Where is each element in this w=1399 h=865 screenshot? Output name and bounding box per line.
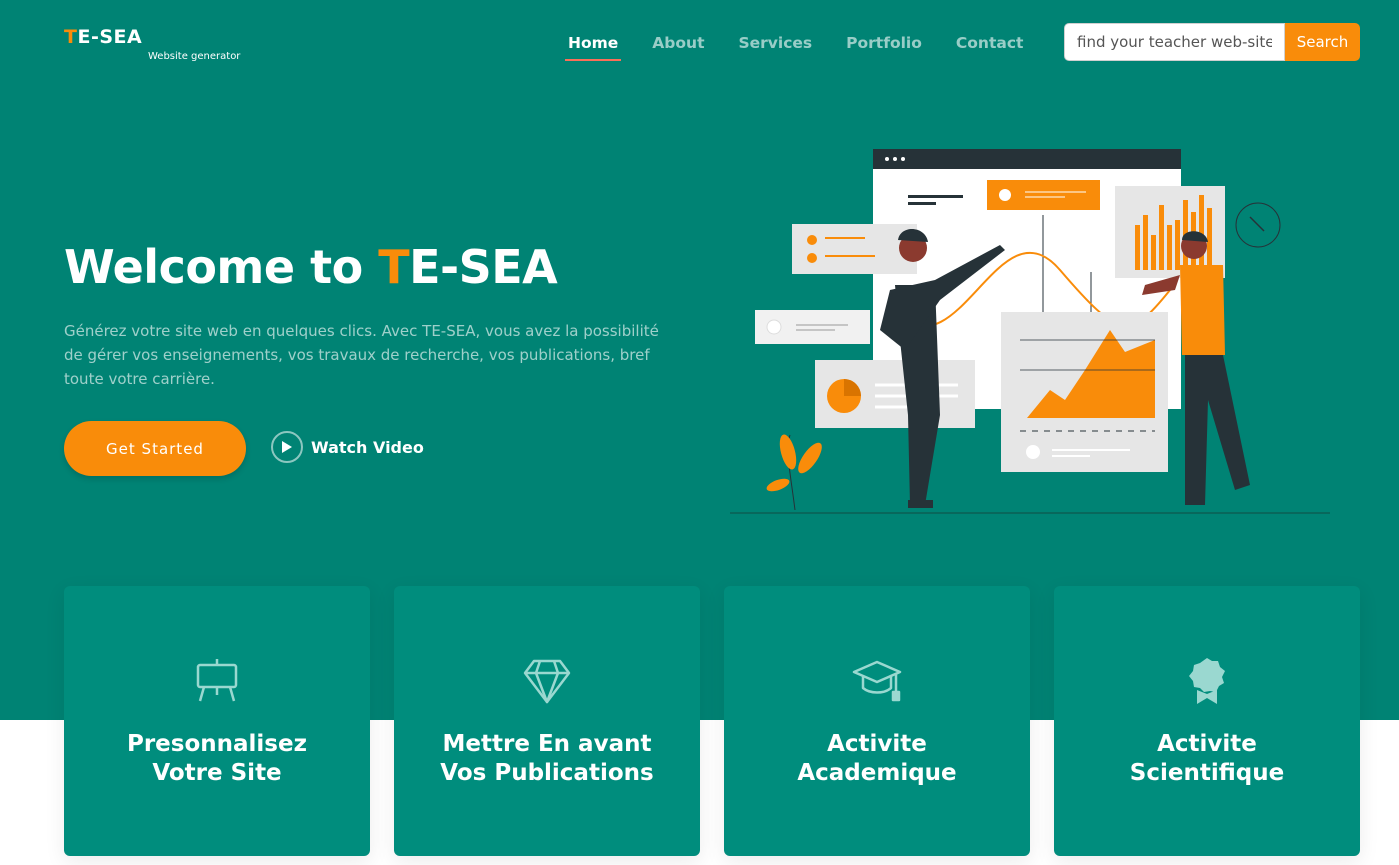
logo-subtitle: Website generator (148, 51, 241, 62)
feature-card-title: Presonnalisez Votre Site (126, 731, 307, 786)
feature-card-academic[interactable]: Activite Academique (724, 586, 1030, 856)
easel-icon (194, 656, 240, 706)
award-icon (1187, 656, 1227, 706)
feature-card-scientific[interactable]: Activite Scientifique (1054, 586, 1360, 856)
gem-icon (522, 656, 572, 706)
get-started-button[interactable]: Get Started (64, 421, 246, 476)
hero-description: Générez votre site web en quelques clics… (64, 322, 659, 388)
nav-contact[interactable]: Contact (956, 34, 1024, 52)
hero-title: Welcome to TE-SEA (64, 240, 558, 294)
feature-card-personalize[interactable]: Presonnalisez Votre Site (64, 586, 370, 856)
nav-about[interactable]: About (652, 34, 704, 52)
site-logo[interactable]: TE-SEA Website generator (64, 26, 240, 62)
watch-video-link[interactable]: Watch Video (271, 431, 424, 463)
play-icon (271, 431, 303, 463)
feature-card-title: Activite Scientifique (1129, 731, 1285, 786)
logo-text: TE-SEA (64, 26, 143, 48)
mortarboard-icon (852, 656, 902, 706)
search-input[interactable] (1064, 23, 1285, 61)
feature-card-title: Mettre En avant Vos Publications (440, 731, 654, 786)
feature-card-publications[interactable]: Mettre En avant Vos Publications (394, 586, 700, 856)
feature-cards: Presonnalisez Votre Site Mettre En avant… (64, 586, 1360, 856)
nav-services[interactable]: Services (738, 34, 812, 52)
main-nav: Home About Services Portfolio Contact (564, 34, 1024, 61)
nav-home[interactable]: Home (564, 34, 622, 61)
search-button[interactable]: Search (1285, 23, 1360, 61)
watch-video-label: Watch Video (311, 437, 424, 457)
feature-card-title: Activite Academique (797, 731, 957, 786)
hero-illustration (730, 149, 1330, 514)
nav-portfolio[interactable]: Portfolio (846, 34, 922, 52)
